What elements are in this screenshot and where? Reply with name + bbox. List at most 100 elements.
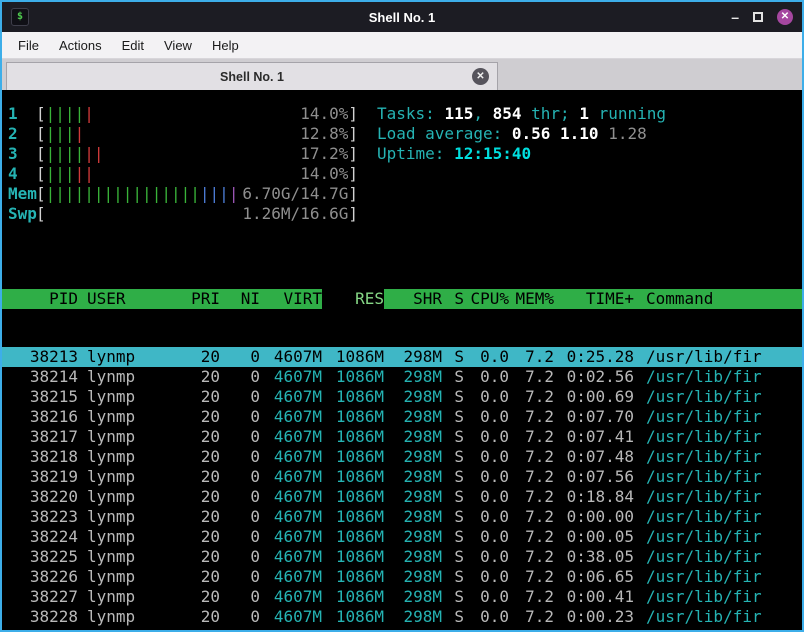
cell-res: 1086M bbox=[322, 627, 384, 630]
cell-pri: 20 bbox=[200, 587, 220, 606]
cell-ni: 0 bbox=[250, 447, 260, 466]
table-row[interactable]: 38224 lynmp 20 0 4607M 1086M 298M S 0.0 7.2 0:00.0… bbox=[2, 527, 802, 547]
tab-shell-no-1[interactable]: Shell No. 1 ✕ bbox=[6, 62, 498, 90]
cell-cpu: 0.0 bbox=[480, 527, 509, 546]
cell-mem: 7.2 bbox=[525, 607, 554, 626]
menu-item-actions[interactable]: Actions bbox=[49, 33, 112, 58]
table-row[interactable]: 38227 lynmp 20 0 4607M 1086M 298M S 0.0 7.2 0:00.4… bbox=[2, 587, 802, 607]
cell-shr: 298M bbox=[403, 527, 442, 546]
cell-time: 0:07.56 bbox=[566, 467, 634, 486]
table-row[interactable]: 38219 lynmp 20 0 4607M 1086M 298M S 0.0 7.2 0:07.5… bbox=[2, 467, 802, 487]
column-header-s[interactable]: S bbox=[442, 289, 464, 309]
tab-strip: Shell No. 1 ✕ bbox=[2, 59, 802, 90]
title-bar[interactable]: $ Shell No. 1 – ✕ bbox=[2, 2, 802, 32]
meter-bar: | bbox=[219, 184, 229, 203]
cell-pid: 38213 bbox=[29, 347, 78, 366]
meter-body: | | | | | | 17.2% bbox=[46, 144, 349, 164]
meter-bars: | | | | | | bbox=[46, 144, 104, 164]
cell-virt: 4607M bbox=[273, 447, 322, 466]
meter-bar: | bbox=[45, 184, 56, 203]
cell-ni: 0 bbox=[250, 527, 260, 546]
table-row[interactable]: 38220 lynmp 20 0 4607M 1086M 298M S 0.0 7.2 0:18.8… bbox=[2, 487, 802, 507]
cell-virt: 4607M bbox=[273, 427, 322, 446]
cell-time: 0:25.28 bbox=[566, 347, 634, 366]
cell-cpu: 0.0 bbox=[464, 627, 509, 630]
summary-text: Tasks: bbox=[377, 104, 445, 123]
menu-item-edit[interactable]: Edit bbox=[112, 33, 154, 58]
menu-item-view[interactable]: View bbox=[154, 33, 202, 58]
cell-virt: 4607M bbox=[273, 387, 322, 406]
meter-bars: | | | | | bbox=[46, 164, 94, 184]
process-rows: 38213 lynmp 20 0 4607M 1086M 298M S 0.0 7.2 0:25.2… bbox=[2, 347, 802, 630]
summary-line-1: Load average: 0.56 1.10 1.28 bbox=[377, 124, 666, 144]
table-row[interactable]: 38218 lynmp 20 0 4607M 1086M 298M S 0.0 7.2 0:07.4… bbox=[2, 447, 802, 467]
bracket-close: ] bbox=[348, 164, 358, 183]
meter-bars: | | | | bbox=[46, 124, 85, 144]
column-header-ni[interactable]: NI bbox=[220, 289, 260, 309]
column-header-shr[interactable]: SHR bbox=[384, 289, 442, 309]
cell-pid: 38225 bbox=[29, 547, 78, 566]
column-header-cmd[interactable]: Command bbox=[634, 289, 802, 309]
summary: Tasks: 115, 854 thr; 1 running Load avera… bbox=[377, 104, 666, 224]
meter-bar: | bbox=[151, 184, 162, 203]
column-header-virt[interactable]: VIRT bbox=[260, 289, 322, 309]
menu-item-file[interactable]: File bbox=[8, 33, 49, 58]
column-header-mem[interactable]: MEM% bbox=[509, 289, 554, 309]
menu-item-help[interactable]: Help bbox=[202, 33, 249, 58]
table-row[interactable]: 38214 lynmp 20 0 4607M 1086M 298M S 0.0 7.2 0:02.5… bbox=[2, 367, 802, 387]
cell-s: S bbox=[454, 487, 464, 506]
cell-shr: 298M bbox=[403, 367, 442, 386]
table-row[interactable]: 38229lynmp2004607M1086M298MS0.07.20:00.2… bbox=[2, 627, 802, 630]
column-header-time[interactable]: TIME+ bbox=[554, 289, 634, 309]
table-row[interactable]: 38217 lynmp 20 0 4607M 1086M 298M S 0.0 7.2 0:07.4… bbox=[2, 427, 802, 447]
column-header-res[interactable]: RES bbox=[322, 289, 384, 309]
cell-user: lynmp bbox=[87, 487, 136, 506]
summary-text: Uptime: bbox=[377, 144, 455, 163]
cell-cmd: /usr/lib/fir bbox=[646, 507, 762, 526]
table-row[interactable]: 38225 lynmp 20 0 4607M 1086M 298M S 0.0 7.2 0:38.0… bbox=[2, 547, 802, 567]
column-header-pri[interactable]: PRI bbox=[172, 289, 220, 309]
minimize-button[interactable]: – bbox=[731, 10, 739, 24]
cell-res: 1086M bbox=[335, 447, 384, 466]
column-header-cpu[interactable]: CPU% bbox=[464, 289, 509, 309]
table-row[interactable]: 38223 lynmp 20 0 4607M 1086M 298M S 0.0 7.2 0:00.0… bbox=[2, 507, 802, 527]
cell-cpu: 0.0 bbox=[480, 347, 509, 366]
cell-cmd: /usr/lib/fir bbox=[646, 527, 762, 546]
meter-gauge: [| | | | | 14.0%] bbox=[36, 104, 358, 124]
cell-shr: 298M bbox=[403, 447, 442, 466]
column-header-pid[interactable]: PID bbox=[8, 289, 78, 309]
cell-s: S bbox=[454, 347, 464, 366]
bracket-open: [ bbox=[36, 144, 46, 163]
column-header-user[interactable]: USER bbox=[78, 289, 172, 309]
cell-ni: 0 bbox=[250, 607, 260, 626]
table-row[interactable]: 38228 lynmp 20 0 4607M 1086M 298M S 0.0 7.2 0:00.2… bbox=[2, 607, 802, 627]
cell-cmd: /usr/lib/fir bbox=[646, 387, 762, 406]
cell-cpu: 0.0 bbox=[480, 547, 509, 566]
meter-bar: | bbox=[84, 164, 94, 183]
terminal-output[interactable]: 1[| | | | | 14.0%] 2[| | | | 12.8%] 3[| | | | | | 17.2%] 4… bbox=[2, 90, 802, 630]
cell-s: S bbox=[442, 627, 464, 630]
cell-virt: 4607M bbox=[273, 587, 322, 606]
cell-user: lynmp bbox=[87, 427, 136, 446]
meter-label: Mem bbox=[8, 184, 37, 203]
cell-res: 1086M bbox=[335, 427, 384, 446]
cell-user: lynmp bbox=[87, 447, 136, 466]
table-row[interactable]: 38213 lynmp 20 0 4607M 1086M 298M S 0.0 7.2 0:25.2… bbox=[2, 347, 802, 367]
cell-cmd: /usr/lib/fir bbox=[646, 587, 762, 606]
cell-virt: 4607M bbox=[273, 567, 322, 586]
cell-user: lynmp bbox=[87, 407, 136, 426]
close-button[interactable]: ✕ bbox=[777, 9, 793, 25]
table-row[interactable]: 38216 lynmp 20 0 4607M 1086M 298M S 0.0 7.2 0:07.7… bbox=[2, 407, 802, 427]
table-row[interactable]: 38226 lynmp 20 0 4607M 1086M 298M S 0.0 7.2 0:06.6… bbox=[2, 567, 802, 587]
cell-shr: 298M bbox=[403, 607, 442, 626]
tab-close-icon[interactable]: ✕ bbox=[472, 68, 489, 85]
cell-pid: 38229 bbox=[8, 627, 78, 630]
meter-value: 6.70G/14.7G bbox=[242, 184, 349, 203]
cell-pid: 38227 bbox=[29, 587, 78, 606]
table-row[interactable]: 38215 lynmp 20 0 4607M 1086M 298M S 0.0 7.2 0:00.6… bbox=[2, 387, 802, 407]
cell-cmd: /usr/lib/fir bbox=[646, 467, 762, 486]
maximize-button[interactable] bbox=[753, 12, 763, 22]
meter-label: 1 bbox=[8, 104, 18, 123]
cell-res: 1086M bbox=[335, 387, 384, 406]
meter-value: 1.26M/16.6G bbox=[242, 204, 349, 223]
